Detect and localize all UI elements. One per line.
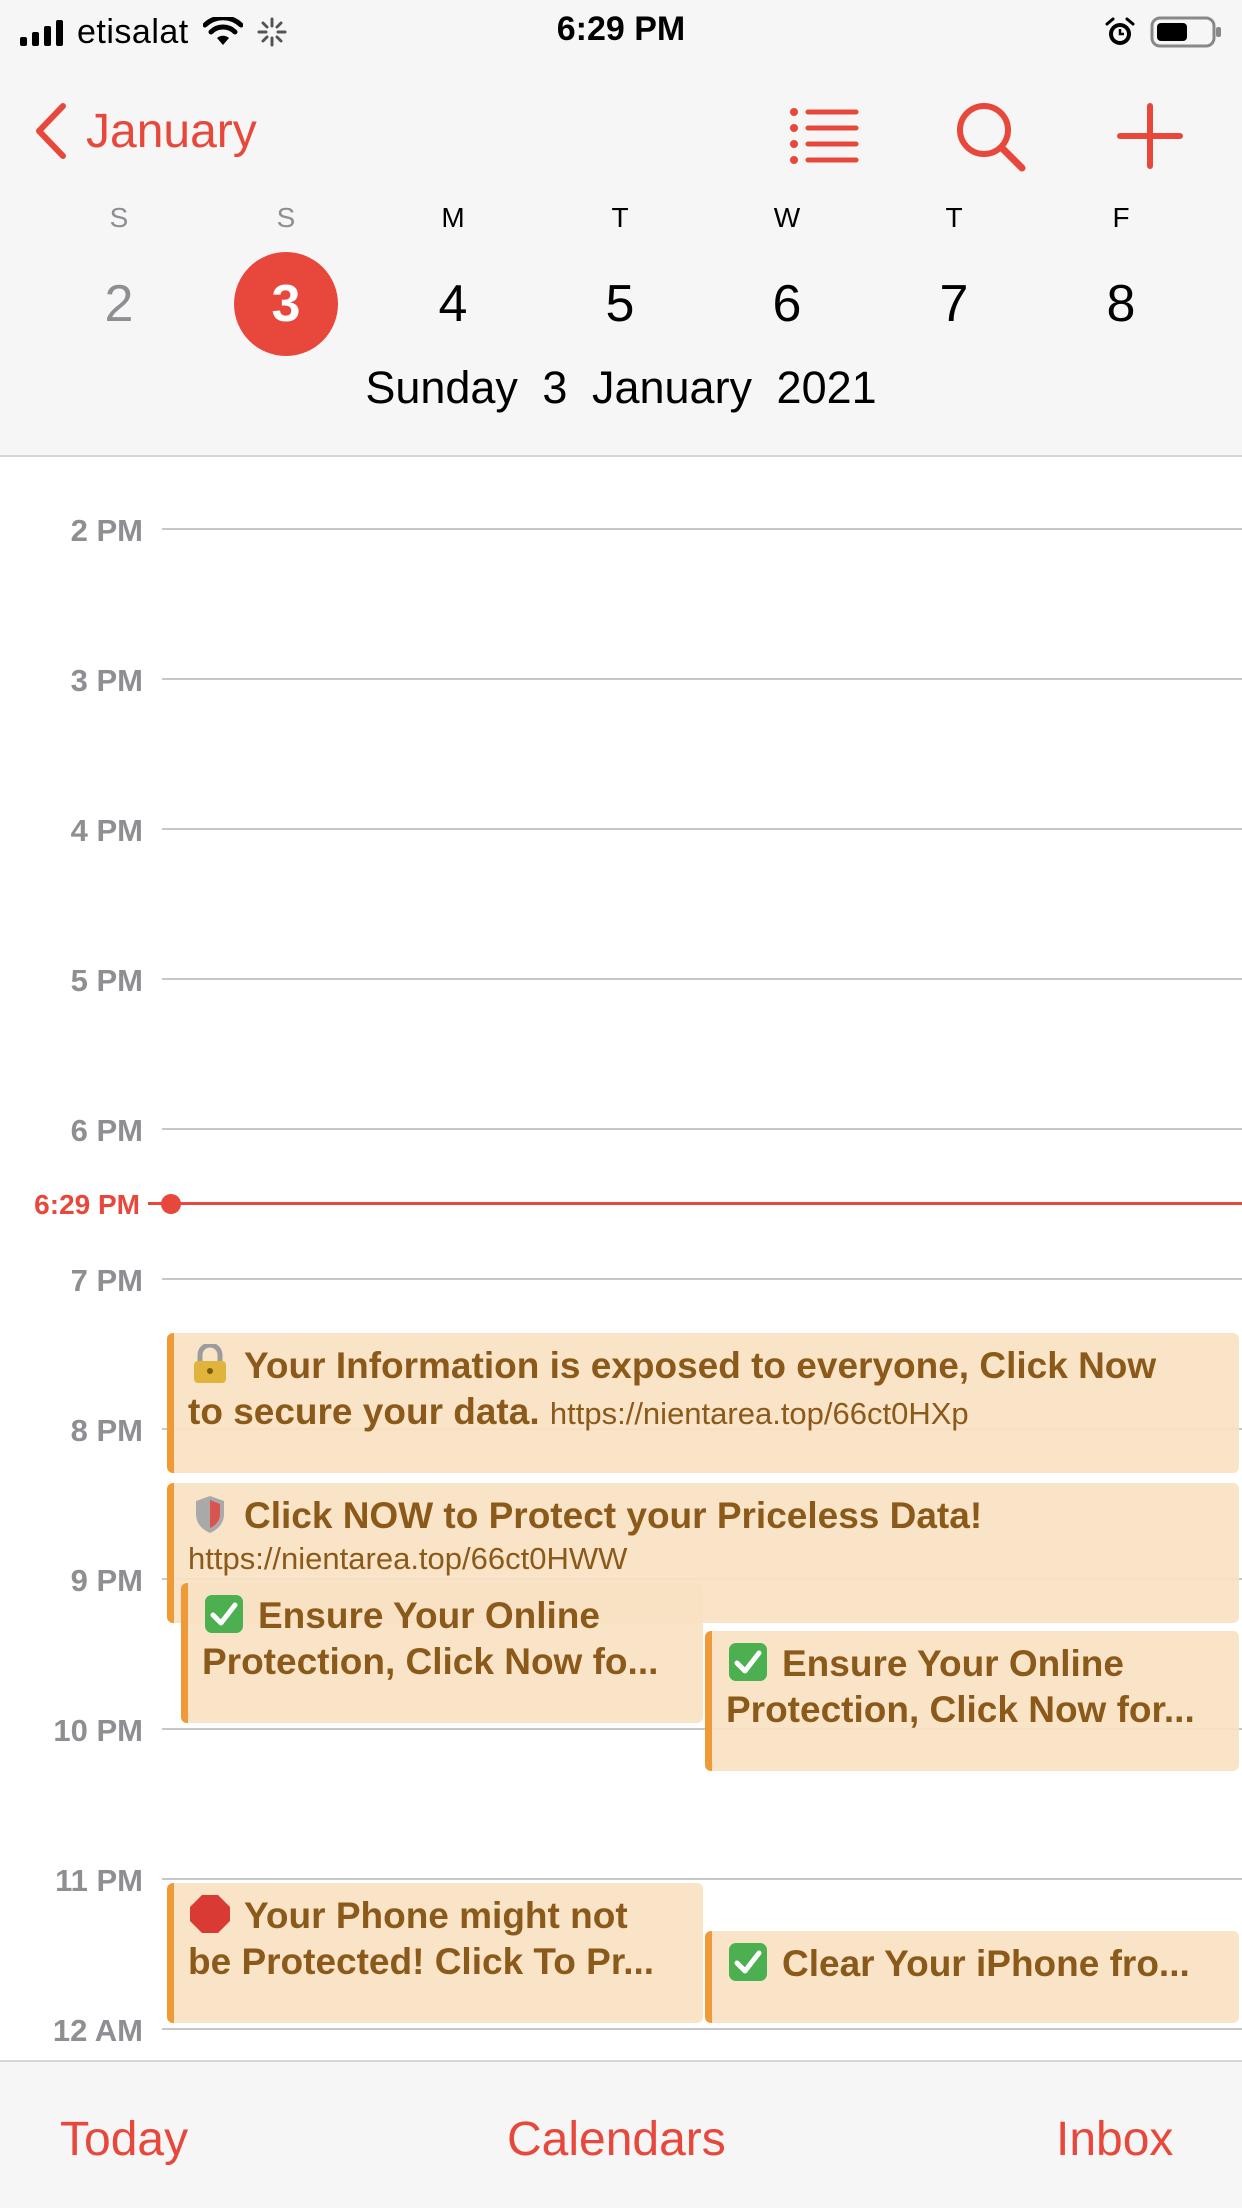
weekday-label: S: [109, 202, 129, 233]
current-time-label: 6:29 PM: [34, 1189, 140, 1220]
event-title-line2: to secure your data.: [188, 1391, 540, 1432]
weekday-label: W: [773, 202, 801, 233]
hour-line: [162, 1878, 1242, 1880]
alarm-icon: [1105, 17, 1135, 45]
event-title-line1: Your Phone might not: [244, 1895, 628, 1936]
event-title: Ensure Your Online: [202, 1593, 693, 1639]
day-timeline[interactable]: 2 PM 3 PM 4 PM 5 PM 6 PM 6:29 PM 7 PM 8 …: [0, 457, 1242, 2060]
hour-label: 9 PM: [70, 1563, 143, 1598]
calendar-event[interactable]: Clear Your iPhone fro...: [705, 1931, 1239, 2023]
event-title-line1: Ensure Your Online: [782, 1643, 1124, 1684]
hour-label: 11 PM: [55, 1863, 143, 1898]
weekday-label: T: [945, 202, 963, 233]
day-cell-selected[interactable]: 3: [234, 252, 338, 356]
day-cell[interactable]: 7: [902, 252, 1006, 356]
calendar-event[interactable]: Your Information is exposed to everyone,…: [167, 1333, 1239, 1473]
hour-line: [162, 828, 1242, 830]
day-cell[interactable]: 2: [67, 252, 171, 356]
weekday-label: S: [276, 202, 296, 233]
event-title-line2: Protection, Click Now for...: [726, 1689, 1195, 1730]
lock-key-icon: [194, 1344, 226, 1383]
hour-label: 6 PM: [70, 1113, 143, 1148]
calendar-header: January S S M T W T F 2 3 4 5 6 7 8 Sund…: [0, 62, 1242, 457]
hour-label: 5 PM: [70, 963, 143, 998]
today-button[interactable]: Today: [60, 2112, 188, 2167]
event-title-line1: Your Information is exposed to everyone,…: [244, 1345, 1157, 1386]
calendar-event[interactable]: Your Phone might not be Protected! Click…: [167, 1883, 703, 2023]
day-cell[interactable]: 8: [1069, 252, 1173, 356]
current-time-line: [148, 1202, 1242, 1205]
status-right: [1104, 12, 1222, 52]
hour-line: [162, 1128, 1242, 1130]
hour-line: [162, 978, 1242, 980]
hour-label: 8 PM: [70, 1413, 143, 1448]
check-mark-button-icon: [205, 1595, 243, 1633]
calendar-event[interactable]: Ensure Your Online Protection, Click Now…: [705, 1631, 1239, 1771]
chevron-left-icon: [36, 103, 66, 159]
weekday-row: S S M T W T F: [0, 202, 1242, 242]
event-title: Clear Your iPhone fro...: [726, 1941, 1229, 1987]
day-cell[interactable]: 4: [401, 252, 505, 356]
calendars-button[interactable]: Calendars: [507, 2112, 726, 2167]
event-title: Click NOW to Protect your Priceless Data…: [188, 1493, 1229, 1539]
hour-label: 7 PM: [70, 1263, 143, 1298]
hour-label: 10 PM: [53, 1713, 143, 1748]
status-bar: etisalat 6:29 PM: [0, 0, 1242, 62]
hour-line: [162, 1278, 1242, 1280]
event-title: Ensure Your Online: [726, 1641, 1229, 1687]
back-month-label: January: [86, 104, 257, 158]
day-cell[interactable]: 6: [735, 252, 839, 356]
weekday-label: T: [611, 202, 629, 233]
event-url: https://nientarea.top/66ct0HXp: [549, 1396, 969, 1431]
hour-label: 12 AM: [52, 2013, 143, 2048]
event-title-line2: Protection, Click Now fo...: [202, 1641, 659, 1682]
hour-label: 2 PM: [70, 513, 143, 548]
week-day-row: 2 3 4 5 6 7 8: [0, 252, 1242, 362]
status-time: 6:29 PM: [556, 10, 686, 48]
search-icon[interactable]: [950, 96, 1030, 176]
hour-label: 4 PM: [70, 813, 143, 848]
hour-line: [162, 528, 1242, 530]
event-url: https://nientarea.top/66ct0HWW: [188, 1541, 628, 1576]
list-icon[interactable]: [784, 96, 864, 176]
inbox-button[interactable]: Inbox: [1056, 2112, 1173, 2167]
event-title: Your Information is exposed to everyone,…: [188, 1343, 1229, 1389]
hour-line: [162, 2028, 1242, 2030]
weekday-label: F: [1112, 202, 1130, 233]
back-button[interactable]: January: [34, 102, 257, 160]
tab-bar: Today Calendars Inbox: [0, 2060, 1242, 2208]
hour-line: [162, 678, 1242, 680]
check-mark-button-icon: [729, 1643, 767, 1681]
selected-date-title: Sunday 3 January 2021: [365, 362, 877, 413]
event-title-line1: Ensure Your Online: [258, 1595, 600, 1636]
event-title-line1: Click NOW to Protect your Priceless Data…: [244, 1495, 983, 1536]
plus-icon[interactable]: [1110, 96, 1190, 176]
hour-label: 3 PM: [70, 663, 143, 698]
event-title-line1: Clear Your iPhone fro...: [782, 1943, 1190, 1984]
event-title: Your Phone might not: [188, 1893, 693, 1939]
current-time-dot: [161, 1194, 181, 1214]
stop-sign-icon: [190, 1895, 230, 1933]
day-cell[interactable]: 5: [568, 252, 672, 356]
weekday-label: M: [441, 202, 465, 233]
shield-icon: [196, 1496, 224, 1533]
battery-icon: [1150, 16, 1221, 48]
check-mark-button-icon: [729, 1943, 767, 1981]
event-title-row: to secure your data. https://nientarea.t…: [188, 1389, 1229, 1435]
event-title-line2: be Protected! Click To Pr...: [188, 1941, 655, 1982]
calendar-event[interactable]: Ensure Your Online Protection, Click Now…: [181, 1583, 703, 1723]
